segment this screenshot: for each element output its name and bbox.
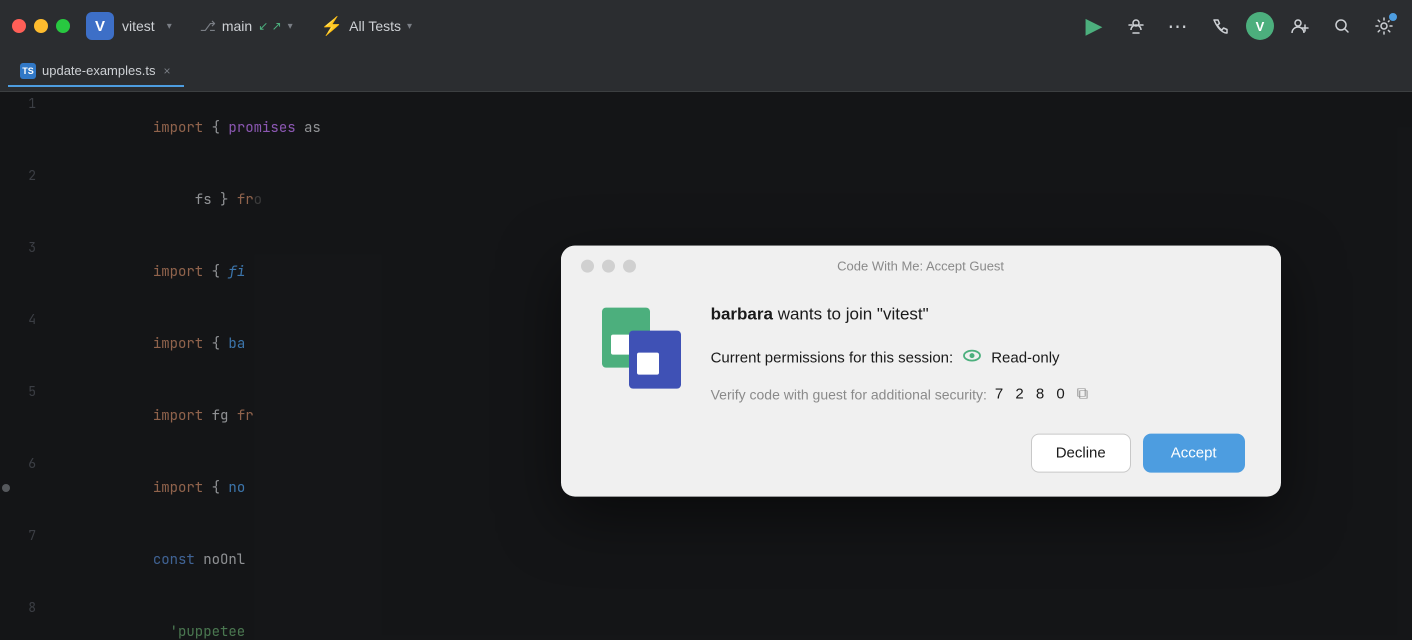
branch-area[interactable]: ⎇ main ↙ ↗ ▾ xyxy=(200,18,293,35)
modal-permissions: Current permissions for this session: Re… xyxy=(711,344,1245,371)
codewithme-logo xyxy=(597,303,687,393)
modal-title: Code With Me: Accept Guest xyxy=(837,259,1004,274)
run-button[interactable]: ▶ xyxy=(1078,10,1110,42)
all-tests-label: All Tests xyxy=(349,18,401,34)
app-icon: V xyxy=(86,12,114,40)
lightning-icon: ⚡ xyxy=(321,16,343,37)
file-tab[interactable]: TS update-examples.ts × xyxy=(8,57,184,87)
more-options-button[interactable]: ⋯ xyxy=(1162,10,1194,42)
accept-button[interactable]: Accept xyxy=(1143,433,1245,472)
permissions-value: Read-only xyxy=(991,349,1059,366)
branch-icon: ⎇ xyxy=(200,18,216,35)
add-user-button[interactable] xyxy=(1284,10,1316,42)
search-button[interactable] xyxy=(1326,10,1358,42)
decline-button[interactable]: Decline xyxy=(1031,433,1131,472)
user-avatar[interactable]: V xyxy=(1246,12,1274,40)
phone-button[interactable] xyxy=(1204,10,1236,42)
close-button[interactable] xyxy=(12,19,26,33)
titlebar-actions: ▶ ⋯ V xyxy=(1078,10,1400,42)
tabbar: TS update-examples.ts × xyxy=(0,52,1412,92)
all-tests-button[interactable]: ⚡ All Tests ▾ xyxy=(313,12,420,41)
minimize-button[interactable] xyxy=(34,19,48,33)
guest-name: barbara xyxy=(711,305,773,324)
settings-button[interactable] xyxy=(1368,10,1400,42)
accept-guest-modal: Code With Me: Accept Guest barbara xyxy=(561,246,1281,497)
branch-name: main xyxy=(222,18,252,34)
main-content: TS update-examples.ts × 1 import { promi… xyxy=(0,52,1412,640)
verify-code: 7 2 8 0 xyxy=(995,386,1069,403)
traffic-lights xyxy=(12,19,70,33)
tests-dropdown-icon[interactable]: ▾ xyxy=(407,21,412,32)
modal-actions: Decline Accept xyxy=(561,433,1281,496)
titlebar: V vitest ▾ ⎇ main ↙ ↗ ▾ ⚡ All Tests ▾ ▶ … xyxy=(0,0,1412,52)
modal-body: barbara wants to join "vitest" Current p… xyxy=(561,283,1281,434)
modal-verify: Verify code with guest for additional se… xyxy=(711,385,1245,403)
modal-tl-3[interactable] xyxy=(623,260,636,273)
modal-traffic-lights xyxy=(581,260,636,273)
tab-close-button[interactable]: × xyxy=(161,63,172,79)
branch-sync-icons: ↙ ↗ xyxy=(258,19,281,33)
debug-button[interactable] xyxy=(1120,10,1152,42)
copy-icon[interactable]: ⧉ xyxy=(1077,385,1088,403)
maximize-button[interactable] xyxy=(56,19,70,33)
request-text: wants to join "vitest" xyxy=(778,305,929,324)
modal-request: barbara wants to join "vitest" xyxy=(711,303,1245,327)
modal-info: barbara wants to join "vitest" Current p… xyxy=(711,303,1245,404)
modal-tl-2[interactable] xyxy=(602,260,615,273)
app-dropdown-icon[interactable]: ▾ xyxy=(167,21,172,32)
verify-label: Verify code with guest for additional se… xyxy=(711,386,987,402)
editor-wrapper: 1 import { promises as 2 fs } fro 3 impo… xyxy=(0,92,1412,640)
tab-filename: update-examples.ts xyxy=(42,63,155,78)
modal-titlebar: Code With Me: Accept Guest xyxy=(561,246,1281,283)
branch-dropdown-icon[interactable]: ▾ xyxy=(288,21,293,32)
permissions-label: Current permissions for this session: xyxy=(711,349,954,366)
modal-tl-1[interactable] xyxy=(581,260,594,273)
eye-icon xyxy=(961,344,983,371)
app-name: vitest xyxy=(122,18,155,34)
typescript-icon: TS xyxy=(20,63,36,79)
